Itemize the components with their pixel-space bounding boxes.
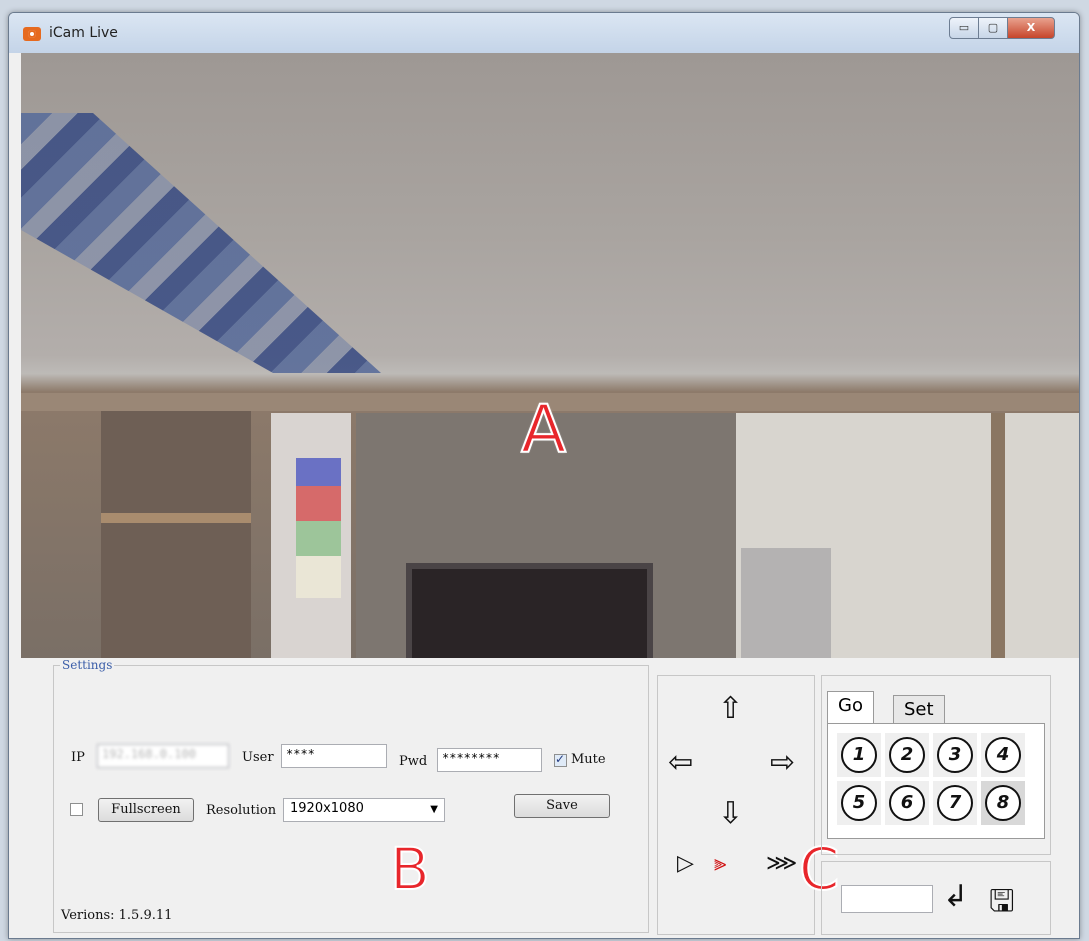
user-field[interactable]: ****	[281, 744, 387, 768]
speed-fast-icon[interactable]: ⋙	[766, 851, 797, 876]
resolution-select[interactable]: 1920x1080 ▼	[283, 798, 445, 822]
app-window: iCam Live ▭ ▢ X A Settings IP 192.168.0.…	[8, 12, 1080, 939]
fullscreen-checkbox[interactable]	[70, 803, 83, 816]
preset-button-7[interactable]: 7	[937, 785, 973, 821]
save-button[interactable]: Save	[514, 794, 610, 818]
window-title: iCam Live	[49, 25, 118, 41]
enter-icon[interactable]: ↲	[943, 879, 968, 914]
video-scene-tv	[406, 563, 653, 658]
resolution-value: 1920x1080	[290, 801, 364, 816]
arrow-up-icon[interactable]: ⇧	[718, 694, 743, 724]
speed-medium-icon[interactable]: ⫸	[714, 851, 726, 876]
settings-legend: Settings	[62, 658, 113, 672]
app-logo-icon	[23, 27, 41, 41]
password-field[interactable]: ********	[437, 748, 542, 772]
chevron-down-icon: ▼	[430, 804, 438, 815]
ip-label: IP	[71, 750, 85, 765]
save-disk-icon[interactable]: 🖫	[989, 879, 1015, 930]
video-scene-poster	[296, 458, 341, 598]
preset-button-8[interactable]: 8	[985, 785, 1021, 821]
close-button[interactable]: X	[1007, 17, 1055, 39]
video-scene-door	[741, 548, 831, 658]
resolution-label: Resolution	[206, 803, 277, 818]
video-scene-shelf	[101, 411, 251, 658]
annotation-b: B	[389, 834, 431, 904]
camera-live-view[interactable]: A	[21, 53, 1079, 658]
preset-button-4[interactable]: 4	[985, 737, 1021, 773]
arrow-left-icon[interactable]: ⇦	[668, 748, 693, 778]
preset-button-6[interactable]: 6	[889, 785, 925, 821]
preset-button-1[interactable]: 1	[841, 737, 877, 773]
user-label: User	[242, 750, 274, 765]
arrow-down-icon[interactable]: ⇩	[718, 799, 743, 829]
minimize-button[interactable]: ▭	[949, 17, 979, 39]
version-text: Verions: 1.5.9.11	[61, 908, 173, 923]
annotation-a: A	[520, 390, 567, 469]
fullscreen-button[interactable]: Fullscreen	[98, 798, 194, 822]
preset-input-field[interactable]	[841, 885, 933, 913]
video-scene-light	[21, 113, 381, 373]
preset-button-3[interactable]: 3	[937, 737, 973, 773]
preset-button-5[interactable]: 5	[841, 785, 877, 821]
mute-label: Mute	[571, 752, 606, 767]
tab-go[interactable]: Go	[827, 691, 874, 723]
video-scene-shelf-board	[101, 513, 251, 523]
maximize-button[interactable]: ▢	[978, 17, 1008, 39]
preset-button-2[interactable]: 2	[889, 737, 925, 773]
title-bar[interactable]: iCam Live ▭ ▢ X	[9, 13, 1079, 53]
video-scene-pole	[991, 413, 1005, 658]
mute-checkbox[interactable]	[554, 752, 567, 767]
pwd-label: Pwd	[399, 754, 428, 769]
tab-set[interactable]: Set	[893, 695, 945, 725]
speed-slow-icon[interactable]: ▷	[677, 851, 694, 876]
arrow-right-icon[interactable]: ⇨	[770, 748, 795, 778]
ip-field[interactable]: 192.168.0.100	[97, 744, 229, 768]
